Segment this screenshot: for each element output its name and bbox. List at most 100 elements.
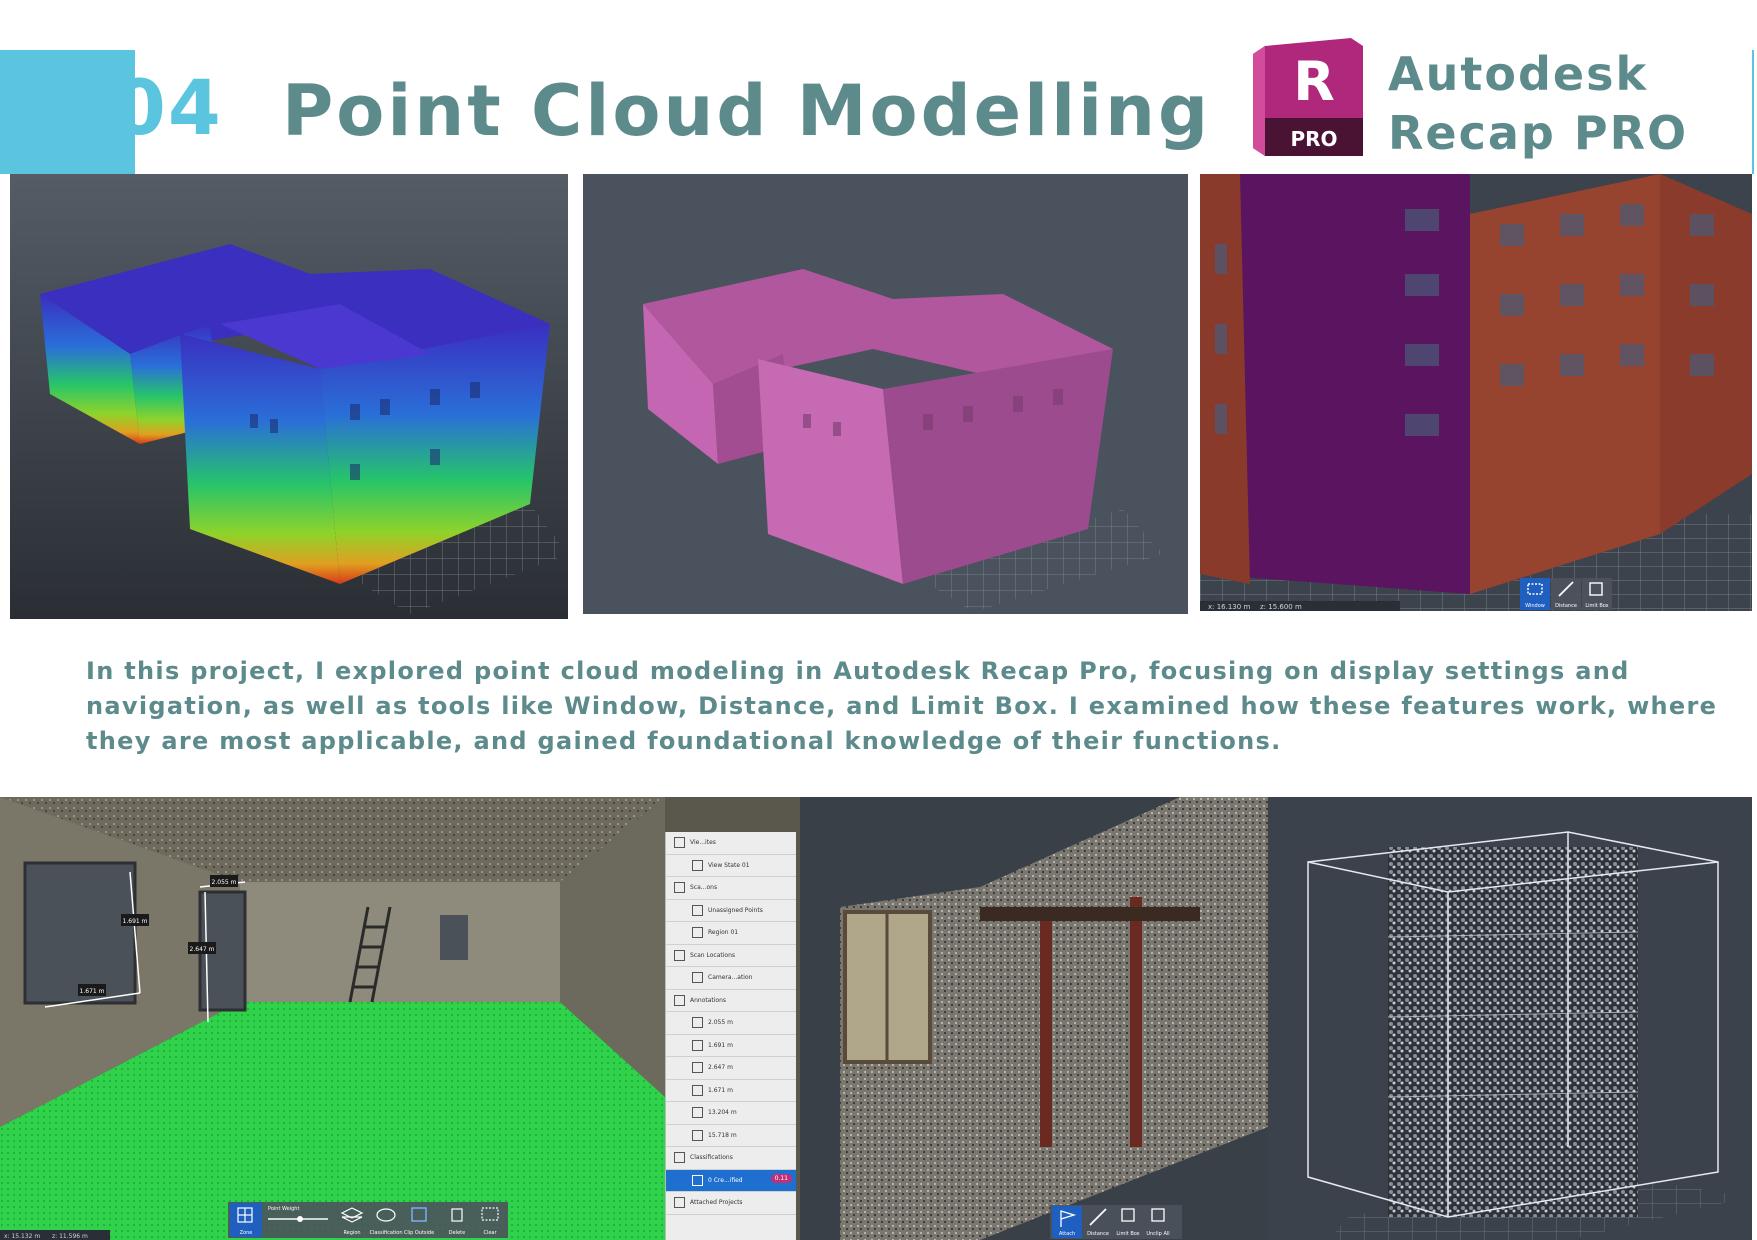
tree-item[interactable]: Camera...ation	[666, 967, 796, 990]
viewport-staircase[interactable]: Attach Distance Limit Box Unclip All	[800, 797, 1268, 1240]
tree-item[interactable]: Region 01	[666, 922, 796, 945]
measure-icon	[692, 1039, 703, 1051]
tree-item-label: 0 Cre...ified	[708, 1176, 743, 1184]
tree-item-label: 2.647 m	[708, 1064, 733, 1072]
svg-text:Attach: Attach	[1059, 1231, 1075, 1237]
logo-badge: PRO	[1290, 127, 1337, 151]
svg-text:1.691 m: 1.691 m	[123, 918, 148, 925]
measure-icon	[692, 1107, 703, 1119]
viewport-interior-measure[interactable]: 2.055 m 1.691 m 2.647 m 1.671 m x: 15.13…	[0, 797, 800, 1240]
brand-line-2: Recap PRO	[1388, 106, 1689, 160]
brand-line-1: Autodesk	[1388, 47, 1649, 101]
svg-text:Distance: Distance	[1087, 1231, 1109, 1237]
svg-text:Classification: Classification	[369, 1230, 402, 1236]
tree-item[interactable]: Unassigned Points	[666, 900, 796, 922]
tree-item[interactable]: Annotations	[666, 990, 796, 1012]
tree-item[interactable]: 1.691 m	[666, 1035, 796, 1057]
tree-item-label: 1.691 m	[708, 1041, 733, 1049]
tool-distance-label: Distance	[1555, 603, 1577, 609]
tree-badge: 0.11	[770, 1174, 792, 1183]
svg-text:Delete: Delete	[449, 1230, 465, 1236]
tool-window[interactable]: Window	[1520, 578, 1550, 610]
interior-toolbar: Zone Point Weight Region Classification …	[228, 1202, 508, 1238]
svg-text:Unclip All: Unclip All	[1146, 1231, 1169, 1237]
measure-label-2: 1.691 m	[121, 914, 149, 926]
tree-item[interactable]: Vie...ites	[666, 832, 796, 855]
description-line-2: navigation, as well as tools like Window…	[86, 692, 1718, 720]
measure-label-4: 1.671 m	[78, 984, 106, 996]
camera-icon	[692, 972, 703, 984]
svg-text:Clip Outside: Clip Outside	[404, 1230, 434, 1236]
tree-item-label: Annotations	[690, 996, 727, 1004]
tree-item[interactable]: 15.718 m	[666, 1125, 796, 1147]
tree-item-label: View State 01	[708, 861, 750, 869]
measure-icon	[692, 1017, 703, 1029]
viewport-facade-closeup[interactable]: x: 16.130 m z: 15.600 m Window Distance …	[1200, 174, 1752, 611]
tree-item-label: Sca...ons	[690, 884, 718, 892]
tree-item[interactable]: View State 01	[666, 855, 796, 877]
svg-text:2.055 m: 2.055 m	[212, 879, 237, 886]
svg-text:Point Weight: Point Weight	[268, 1206, 299, 1212]
status-coord-left: x: 16.130 m	[1208, 603, 1250, 611]
tree-item[interactable]: Sca...ons	[666, 877, 796, 900]
tree-item[interactable]: Classifications	[666, 1147, 796, 1170]
status-coord-right: z: 15.600 m	[1260, 603, 1302, 611]
svg-text:Zone: Zone	[240, 1230, 253, 1236]
tree-item-label: Scan Locations	[690, 951, 735, 959]
staircase-toolbar: Attach Distance Limit Box Unclip All	[1050, 1205, 1182, 1239]
tree-item-label: Camera...ation	[708, 974, 753, 982]
tree-item[interactable]: Attached Projects	[666, 1192, 796, 1215]
tool-window-label: Window	[1525, 603, 1545, 609]
point-icon	[692, 904, 703, 916]
measure-icon	[692, 1084, 703, 1096]
views-icon	[674, 837, 685, 849]
tree-item-label: Classifications	[690, 1154, 733, 1162]
status-coord-right: z: 11.596 m	[52, 1233, 88, 1240]
viewport-single-color[interactable]	[583, 174, 1188, 614]
viewport-elevation-colormap[interactable]	[10, 174, 568, 619]
recap-pro-logo: R PRO	[1253, 38, 1363, 156]
measure-label-3: 2.647 m	[188, 942, 216, 954]
tree-item[interactable]: 1.671 m	[666, 1080, 796, 1102]
svg-text:Region: Region	[343, 1230, 360, 1236]
project-description: In this project, I explored point cloud …	[86, 654, 1726, 759]
svg-text:2.647 m: 2.647 m	[190, 946, 215, 953]
attached-icon	[674, 1197, 685, 1209]
tree-item-label: 15.718 m	[708, 1131, 737, 1139]
brand-name: Autodesk Recap PRO	[1388, 45, 1688, 163]
svg-text:Limit Box: Limit Box	[1116, 1231, 1139, 1237]
measure-icon	[692, 1129, 703, 1141]
class-item-icon	[692, 1174, 703, 1186]
description-line-3: they are most applicable, and gained fou…	[86, 727, 1282, 755]
measure-icon	[692, 1062, 703, 1074]
tool-zone[interactable]: Zone	[230, 1203, 262, 1237]
tree-item-label: 1.671 m	[708, 1086, 733, 1094]
tree-item-label: Unassigned Points	[708, 906, 763, 914]
tree-item[interactable]: 2.647 m	[666, 1057, 796, 1080]
tree-item-label: 13.204 m	[708, 1109, 737, 1117]
point-icon	[692, 927, 703, 939]
logo-letter: R	[1293, 50, 1335, 113]
scans-icon	[674, 882, 685, 894]
facade-toolbar: Window Distance Limit Box	[1520, 578, 1612, 610]
tree-item-label: Attached Projects	[690, 1199, 743, 1207]
annotation-icon	[674, 994, 685, 1006]
page-title: Point Cloud Modelling	[282, 70, 1212, 152]
viewport-limit-box[interactable]	[1268, 797, 1752, 1240]
tree-item-label: Vie...ites	[690, 839, 716, 847]
tool-attach[interactable]: Attach	[1052, 1206, 1082, 1238]
tree-item[interactable]: Scan Locations	[666, 945, 796, 967]
classification-icon	[674, 1152, 685, 1164]
tool-limit-box-label: Limit Box	[1585, 603, 1608, 609]
edge-accent-line	[1752, 50, 1754, 174]
tree-item[interactable]: 2.055 m	[666, 1012, 796, 1035]
svg-text:Clear: Clear	[483, 1230, 497, 1236]
tool-limit-box[interactable]: Limit Box	[1582, 578, 1612, 610]
project-tree-panel[interactable]: Vie...ites View State 01 Sca...ons Unassign…	[665, 832, 796, 1240]
status-coord-left: x: 15.132 m	[4, 1233, 40, 1240]
svg-text:1.671 m: 1.671 m	[80, 988, 105, 995]
tool-distance[interactable]: Distance	[1551, 578, 1581, 610]
description-line-1: In this project, I explored point cloud …	[86, 657, 1630, 685]
measure-label-1: 2.055 m	[210, 875, 238, 887]
tree-item[interactable]: 13.204 m	[666, 1102, 796, 1125]
